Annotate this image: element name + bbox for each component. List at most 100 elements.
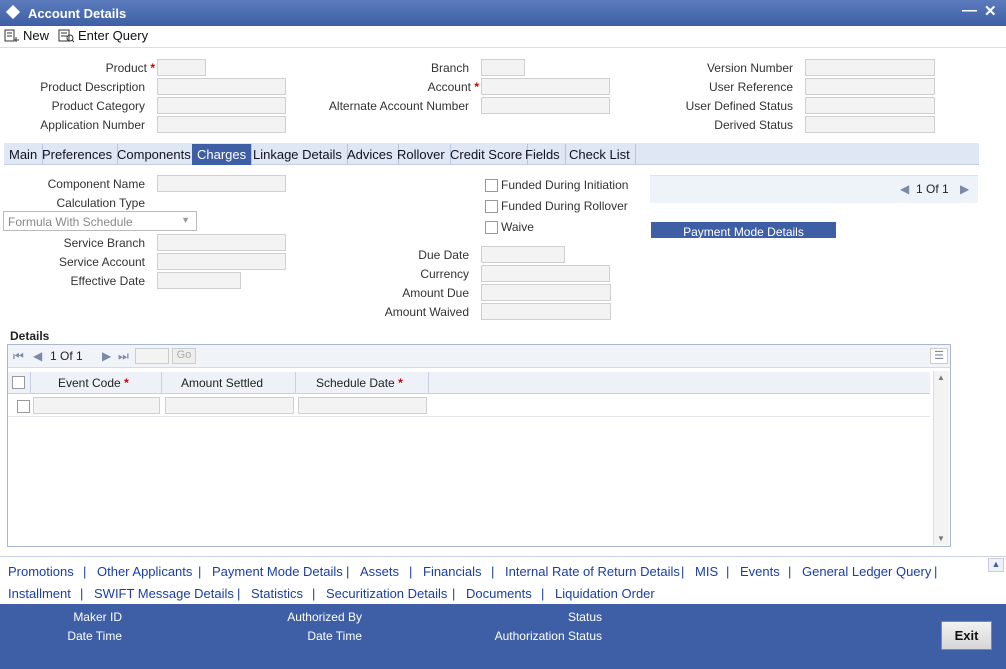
waive-checkbox[interactable]	[485, 221, 498, 234]
tab-charges[interactable]: Charges	[192, 144, 253, 165]
link-events[interactable]: Events	[740, 564, 780, 579]
link-separator: |	[541, 586, 545, 601]
scroll-down-icon[interactable]: ▼	[937, 534, 945, 543]
maker-date-time-label: Date Time	[67, 629, 122, 643]
link-separator: |	[934, 564, 938, 579]
previous-icon[interactable]: ◀	[900, 182, 909, 196]
details-grid-nav: ⏮ ◀ 1 Of 1 ▶ ⏭ Go ☰	[8, 345, 950, 368]
link-separator: |	[788, 564, 792, 579]
link-assets[interactable]: Assets	[360, 564, 399, 579]
go-button[interactable]: Go	[172, 348, 196, 364]
waive-label: Waive	[501, 220, 534, 234]
funded-during-initiation-label: Funded During Initiation	[501, 178, 629, 192]
column-header-event-code: Event Code *	[58, 376, 129, 390]
link-separator: |	[491, 564, 495, 579]
last-page-icon[interactable]: ⏭	[118, 349, 129, 364]
chevron-down-icon: ▼	[181, 215, 190, 225]
select-all-checkbox[interactable]	[12, 376, 25, 389]
derived-status-label: Derived Status	[714, 118, 793, 132]
calculation-type-select[interactable]: Formula With Schedule ▼	[3, 211, 197, 231]
application-number-field[interactable]	[157, 116, 286, 133]
next-icon[interactable]: ▶	[960, 182, 969, 196]
branch-field[interactable]	[481, 59, 525, 76]
link-separator: |	[237, 586, 241, 601]
component-name-label: Component Name	[47, 177, 145, 191]
funded-during-initiation-checkbox[interactable]	[485, 179, 498, 192]
user-defined-status-field[interactable]	[805, 97, 935, 114]
currency-field[interactable]	[481, 265, 610, 282]
link-mis[interactable]: MIS	[695, 564, 718, 579]
link-swift-message-details[interactable]: SWIFT Message Details	[94, 586, 234, 601]
alternate-account-number-field[interactable]	[481, 97, 610, 114]
tab-rollover[interactable]: Rollover	[392, 144, 451, 165]
link-general-ledger-query[interactable]: General Ledger Query	[802, 564, 931, 579]
derived-status-field[interactable]	[805, 116, 935, 133]
product-description-field[interactable]	[157, 78, 286, 95]
payment-mode-details-button[interactable]: Payment Mode Details	[651, 222, 836, 238]
tab-linkage-details[interactable]: Linkage Details	[248, 144, 348, 165]
version-number-label: Version Number	[706, 61, 793, 75]
close-icon[interactable]: ✕	[984, 2, 997, 20]
grid-menu-icon[interactable]: ☰	[930, 348, 948, 364]
link-separator: |	[681, 564, 685, 579]
authorized-by-label: Authorized By	[287, 610, 362, 624]
previous-page-icon[interactable]: ◀	[33, 349, 42, 363]
tab-fields[interactable]: Fields	[520, 144, 566, 165]
link-installment[interactable]: Installment	[8, 586, 71, 601]
version-number-field[interactable]	[805, 59, 935, 76]
minimize-icon[interactable]: —	[962, 2, 977, 19]
link-liquidation-order[interactable]: Liquidation Order	[555, 586, 655, 601]
tab-preferences[interactable]: Preferences	[37, 144, 119, 165]
exit-button[interactable]: Exit	[941, 621, 992, 650]
maker-id-label: Maker ID	[73, 610, 122, 624]
user-reference-field[interactable]	[805, 78, 935, 95]
account-field[interactable]	[481, 78, 610, 95]
link-documents[interactable]: Documents	[466, 586, 532, 601]
component-name-field[interactable]	[157, 175, 286, 192]
page-number-input[interactable]	[135, 348, 169, 364]
link-separator: |	[80, 586, 84, 601]
product-category-field[interactable]	[157, 97, 286, 114]
link-internal-rate-of-return-details[interactable]: Internal Rate of Return Details	[505, 564, 680, 579]
amount-due-field[interactable]	[481, 284, 611, 301]
enter-query-button[interactable]: Enter Query	[58, 28, 148, 43]
new-label: New	[23, 28, 50, 43]
application-number-label: Application Number	[40, 118, 145, 132]
due-date-field[interactable]	[481, 246, 565, 263]
charges-pager: ◀ 1 Of 1 ▶	[650, 175, 978, 203]
link-separator: |	[452, 586, 456, 601]
tab-bar: Main Preferences Components Charges Link…	[4, 143, 979, 165]
link-separator: |	[83, 564, 87, 579]
link-other-applicants[interactable]: Other Applicants	[97, 564, 192, 579]
next-page-icon[interactable]: ▶	[102, 349, 111, 363]
collapse-links-icon[interactable]: ▲	[988, 558, 1004, 572]
amount-settled-cell[interactable]	[165, 397, 294, 414]
tab-credit-score[interactable]: Credit Score	[445, 144, 529, 165]
funded-during-rollover-checkbox[interactable]	[485, 200, 498, 213]
vertical-scrollbar[interactable]: ▲ ▼	[933, 371, 949, 545]
link-promotions[interactable]: Promotions	[8, 564, 74, 579]
first-page-icon[interactable]: ⏮	[13, 349, 24, 364]
tab-components[interactable]: Components	[112, 144, 197, 165]
new-button[interactable]: New	[4, 28, 49, 43]
event-code-cell[interactable]	[33, 397, 160, 414]
link-securitization-details[interactable]: Securitization Details	[326, 586, 447, 601]
service-branch-field[interactable]	[157, 234, 286, 251]
row-checkbox[interactable]	[17, 400, 30, 413]
schedule-date-cell[interactable]	[298, 397, 427, 414]
effective-date-field[interactable]	[157, 272, 241, 289]
scroll-up-icon[interactable]: ▲	[937, 373, 945, 382]
service-account-field[interactable]	[157, 253, 286, 270]
product-field[interactable]	[157, 59, 206, 76]
amount-due-label: Amount Due	[402, 286, 469, 300]
details-pager-text: 1 Of 1	[50, 349, 83, 363]
effective-date-label: Effective Date	[70, 274, 145, 288]
window-title: Account Details	[28, 6, 127, 21]
tab-advices[interactable]: Advices	[342, 144, 399, 165]
link-financials[interactable]: Financials	[423, 564, 482, 579]
product-description-label: Product Description	[40, 80, 145, 94]
link-statistics[interactable]: Statistics	[251, 586, 303, 601]
link-payment-mode-details[interactable]: Payment Mode Details	[212, 564, 343, 579]
amount-waived-field[interactable]	[481, 303, 611, 320]
tab-check-list[interactable]: Check List	[564, 144, 636, 165]
